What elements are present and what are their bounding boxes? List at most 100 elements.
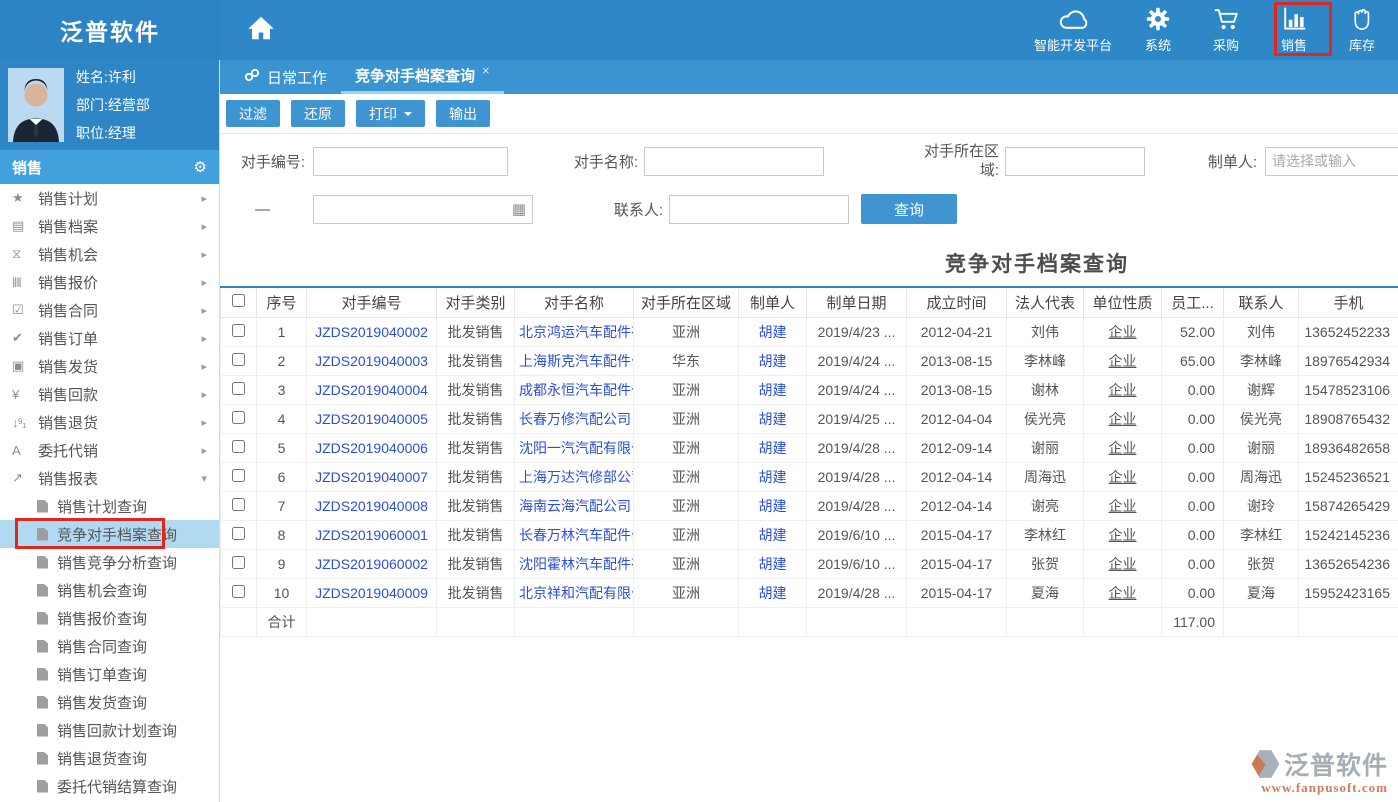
- cell-creator-link[interactable]: 胡建: [739, 375, 807, 404]
- column-header[interactable]: 成立时间: [907, 287, 1007, 317]
- column-header[interactable]: 员工...: [1162, 287, 1224, 317]
- sidebar-item[interactable]: ▣ 销售发货 ▸: [0, 352, 219, 380]
- restore-button[interactable]: 还原: [291, 100, 345, 127]
- cell-unit-type[interactable]: 企业: [1084, 520, 1162, 549]
- contact-input[interactable]: [669, 195, 849, 224]
- calendar-icon[interactable]: ▦: [512, 200, 526, 218]
- cell-code-link[interactable]: JZDS2019040004: [307, 375, 437, 404]
- cell-creator-link[interactable]: 胡建: [739, 404, 807, 433]
- region-input[interactable]: [1005, 147, 1145, 176]
- sidebar-subitem[interactable]: 销售发货查询: [0, 688, 219, 716]
- sidebar-subitem[interactable]: 竞争对手档案查询: [0, 520, 219, 548]
- home-button[interactable]: [246, 14, 276, 47]
- cell-name-link[interactable]: 上海斯克汽车配件公: [515, 346, 634, 375]
- row-checkbox[interactable]: [232, 585, 245, 598]
- row-checkbox[interactable]: [232, 527, 245, 540]
- query-button[interactable]: 查询: [861, 194, 957, 224]
- sidebar-item[interactable]: A 委托代销 ▸: [0, 436, 219, 464]
- cell-creator-link[interactable]: 胡建: [739, 462, 807, 491]
- sidebar-subitem[interactable]: 销售合同查询: [0, 632, 219, 660]
- column-header[interactable]: 制单日期: [807, 287, 907, 317]
- row-checkbox[interactable]: [232, 324, 245, 337]
- export-button[interactable]: 输出: [436, 100, 490, 127]
- column-header[interactable]: 制单人: [739, 287, 807, 317]
- date-input[interactable]: [313, 195, 533, 224]
- sidebar-item[interactable]: ✔ 销售订单 ▸: [0, 324, 219, 352]
- cell-unit-type[interactable]: 企业: [1084, 404, 1162, 433]
- cell-name-link[interactable]: 上海万达汽修部公司: [515, 462, 634, 491]
- sidebar-subitem[interactable]: 委托代销结算查询: [0, 772, 219, 800]
- creator-input[interactable]: [1265, 147, 1398, 176]
- column-header[interactable]: 联系人: [1224, 287, 1299, 317]
- cell-creator-link[interactable]: 胡建: [739, 520, 807, 549]
- column-header[interactable]: 法人代表: [1007, 287, 1084, 317]
- tab-competitor-archive-query[interactable]: 竞争对手档案查询 ×: [341, 60, 504, 94]
- column-header[interactable]: 对手名称: [515, 287, 634, 317]
- cell-name-link[interactable]: 成都永恒汽车配件公: [515, 375, 634, 404]
- nav-item-sales[interactable]: 销售: [1272, 2, 1316, 59]
- column-header[interactable]: 对手类别: [437, 287, 515, 317]
- competitor-code-input[interactable]: [313, 147, 508, 176]
- sidebar-subitem[interactable]: 销售订单查询: [0, 660, 219, 688]
- nav-item-inventory[interactable]: 库存: [1340, 2, 1384, 59]
- cell-creator-link[interactable]: 胡建: [739, 578, 807, 607]
- sidebar-item[interactable]: ▤ 销售档案 ▸: [0, 212, 219, 240]
- cell-name-link[interactable]: 沈阳一汽汽配有限公: [515, 433, 634, 462]
- cell-unit-type[interactable]: 企业: [1084, 375, 1162, 404]
- sidebar-subitem[interactable]: 销售机会查询: [0, 576, 219, 604]
- close-icon[interactable]: ×: [482, 63, 490, 78]
- cell-code-link[interactable]: JZDS2019060002: [307, 549, 437, 578]
- column-header[interactable]: 序号: [257, 287, 307, 317]
- sidebar-subitem[interactable]: 销售计划查询: [0, 492, 219, 520]
- row-checkbox[interactable]: [232, 469, 245, 482]
- sidebar-subitem[interactable]: 销售竞争分析查询: [0, 548, 219, 576]
- row-checkbox[interactable]: [232, 411, 245, 424]
- cell-name-link[interactable]: 北京祥和汽配有限公: [515, 578, 634, 607]
- tab-daily-work[interactable]: 日常工作: [230, 60, 341, 94]
- sidebar-item[interactable]: ★ 销售计划 ▸: [0, 184, 219, 212]
- cell-code-link[interactable]: JZDS2019040007: [307, 462, 437, 491]
- row-checkbox[interactable]: [232, 556, 245, 569]
- cell-name-link[interactable]: 北京鸿运汽车配件有: [515, 317, 634, 346]
- row-checkbox[interactable]: [232, 382, 245, 395]
- sidebar-item[interactable]: ⧖ 销售机会 ▸: [0, 240, 219, 268]
- cell-code-link[interactable]: JZDS2019040009: [307, 578, 437, 607]
- cell-name-link[interactable]: 长春万林汽车配件公: [515, 520, 634, 549]
- sidebar-item[interactable]: ¥ 销售回款 ▸: [0, 380, 219, 408]
- sidebar-subitem[interactable]: 销售退货查询: [0, 744, 219, 772]
- nav-item-dev-platform[interactable]: 智能开发平台: [1034, 2, 1112, 59]
- cell-code-link[interactable]: JZDS2019040006: [307, 433, 437, 462]
- cell-creator-link[interactable]: 胡建: [739, 346, 807, 375]
- row-checkbox[interactable]: [232, 440, 245, 453]
- column-header[interactable]: 对手所在区域: [634, 287, 739, 317]
- cell-code-link[interactable]: JZDS2019040005: [307, 404, 437, 433]
- cell-unit-type[interactable]: 企业: [1084, 317, 1162, 346]
- cell-creator-link[interactable]: 胡建: [739, 433, 807, 462]
- cell-creator-link[interactable]: 胡建: [739, 549, 807, 578]
- cell-code-link[interactable]: JZDS2019040008: [307, 491, 437, 520]
- sidebar-item[interactable]: ‖‖ 销售报价 ▸: [0, 268, 219, 296]
- cell-code-link[interactable]: JZDS2019040003: [307, 346, 437, 375]
- cell-unit-type[interactable]: 企业: [1084, 346, 1162, 375]
- cell-unit-type[interactable]: 企业: [1084, 491, 1162, 520]
- nav-item-purchase[interactable]: 采购: [1204, 2, 1248, 59]
- sidebar-item[interactable]: ↓⁹₁ 销售退货 ▸: [0, 408, 219, 436]
- sidebar-item[interactable]: ↗ 销售报表 ▾: [0, 464, 219, 492]
- row-checkbox[interactable]: [232, 353, 245, 366]
- cell-code-link[interactable]: JZDS2019060001: [307, 520, 437, 549]
- sidebar-item[interactable]: ☑ 销售合同 ▸: [0, 296, 219, 324]
- row-checkbox[interactable]: [232, 498, 245, 511]
- select-all-checkbox[interactable]: [232, 294, 245, 307]
- column-header[interactable]: 对手编号: [307, 287, 437, 317]
- column-header[interactable]: 单位性质: [1084, 287, 1162, 317]
- cell-creator-link[interactable]: 胡建: [739, 491, 807, 520]
- cell-creator-link[interactable]: 胡建: [739, 317, 807, 346]
- sidebar-subitem[interactable]: 销售回款计划查询: [0, 716, 219, 744]
- settings-gear-icon[interactable]: ⚙: [194, 158, 207, 176]
- cell-name-link[interactable]: 海南云海汽配公司: [515, 491, 634, 520]
- column-header[interactable]: 手机: [1299, 287, 1398, 317]
- cell-unit-type[interactable]: 企业: [1084, 578, 1162, 607]
- nav-item-system[interactable]: 系统: [1136, 2, 1180, 59]
- cell-name-link[interactable]: 长春万修汽配公司: [515, 404, 634, 433]
- sidebar-subitem[interactable]: 销售报价查询: [0, 604, 219, 632]
